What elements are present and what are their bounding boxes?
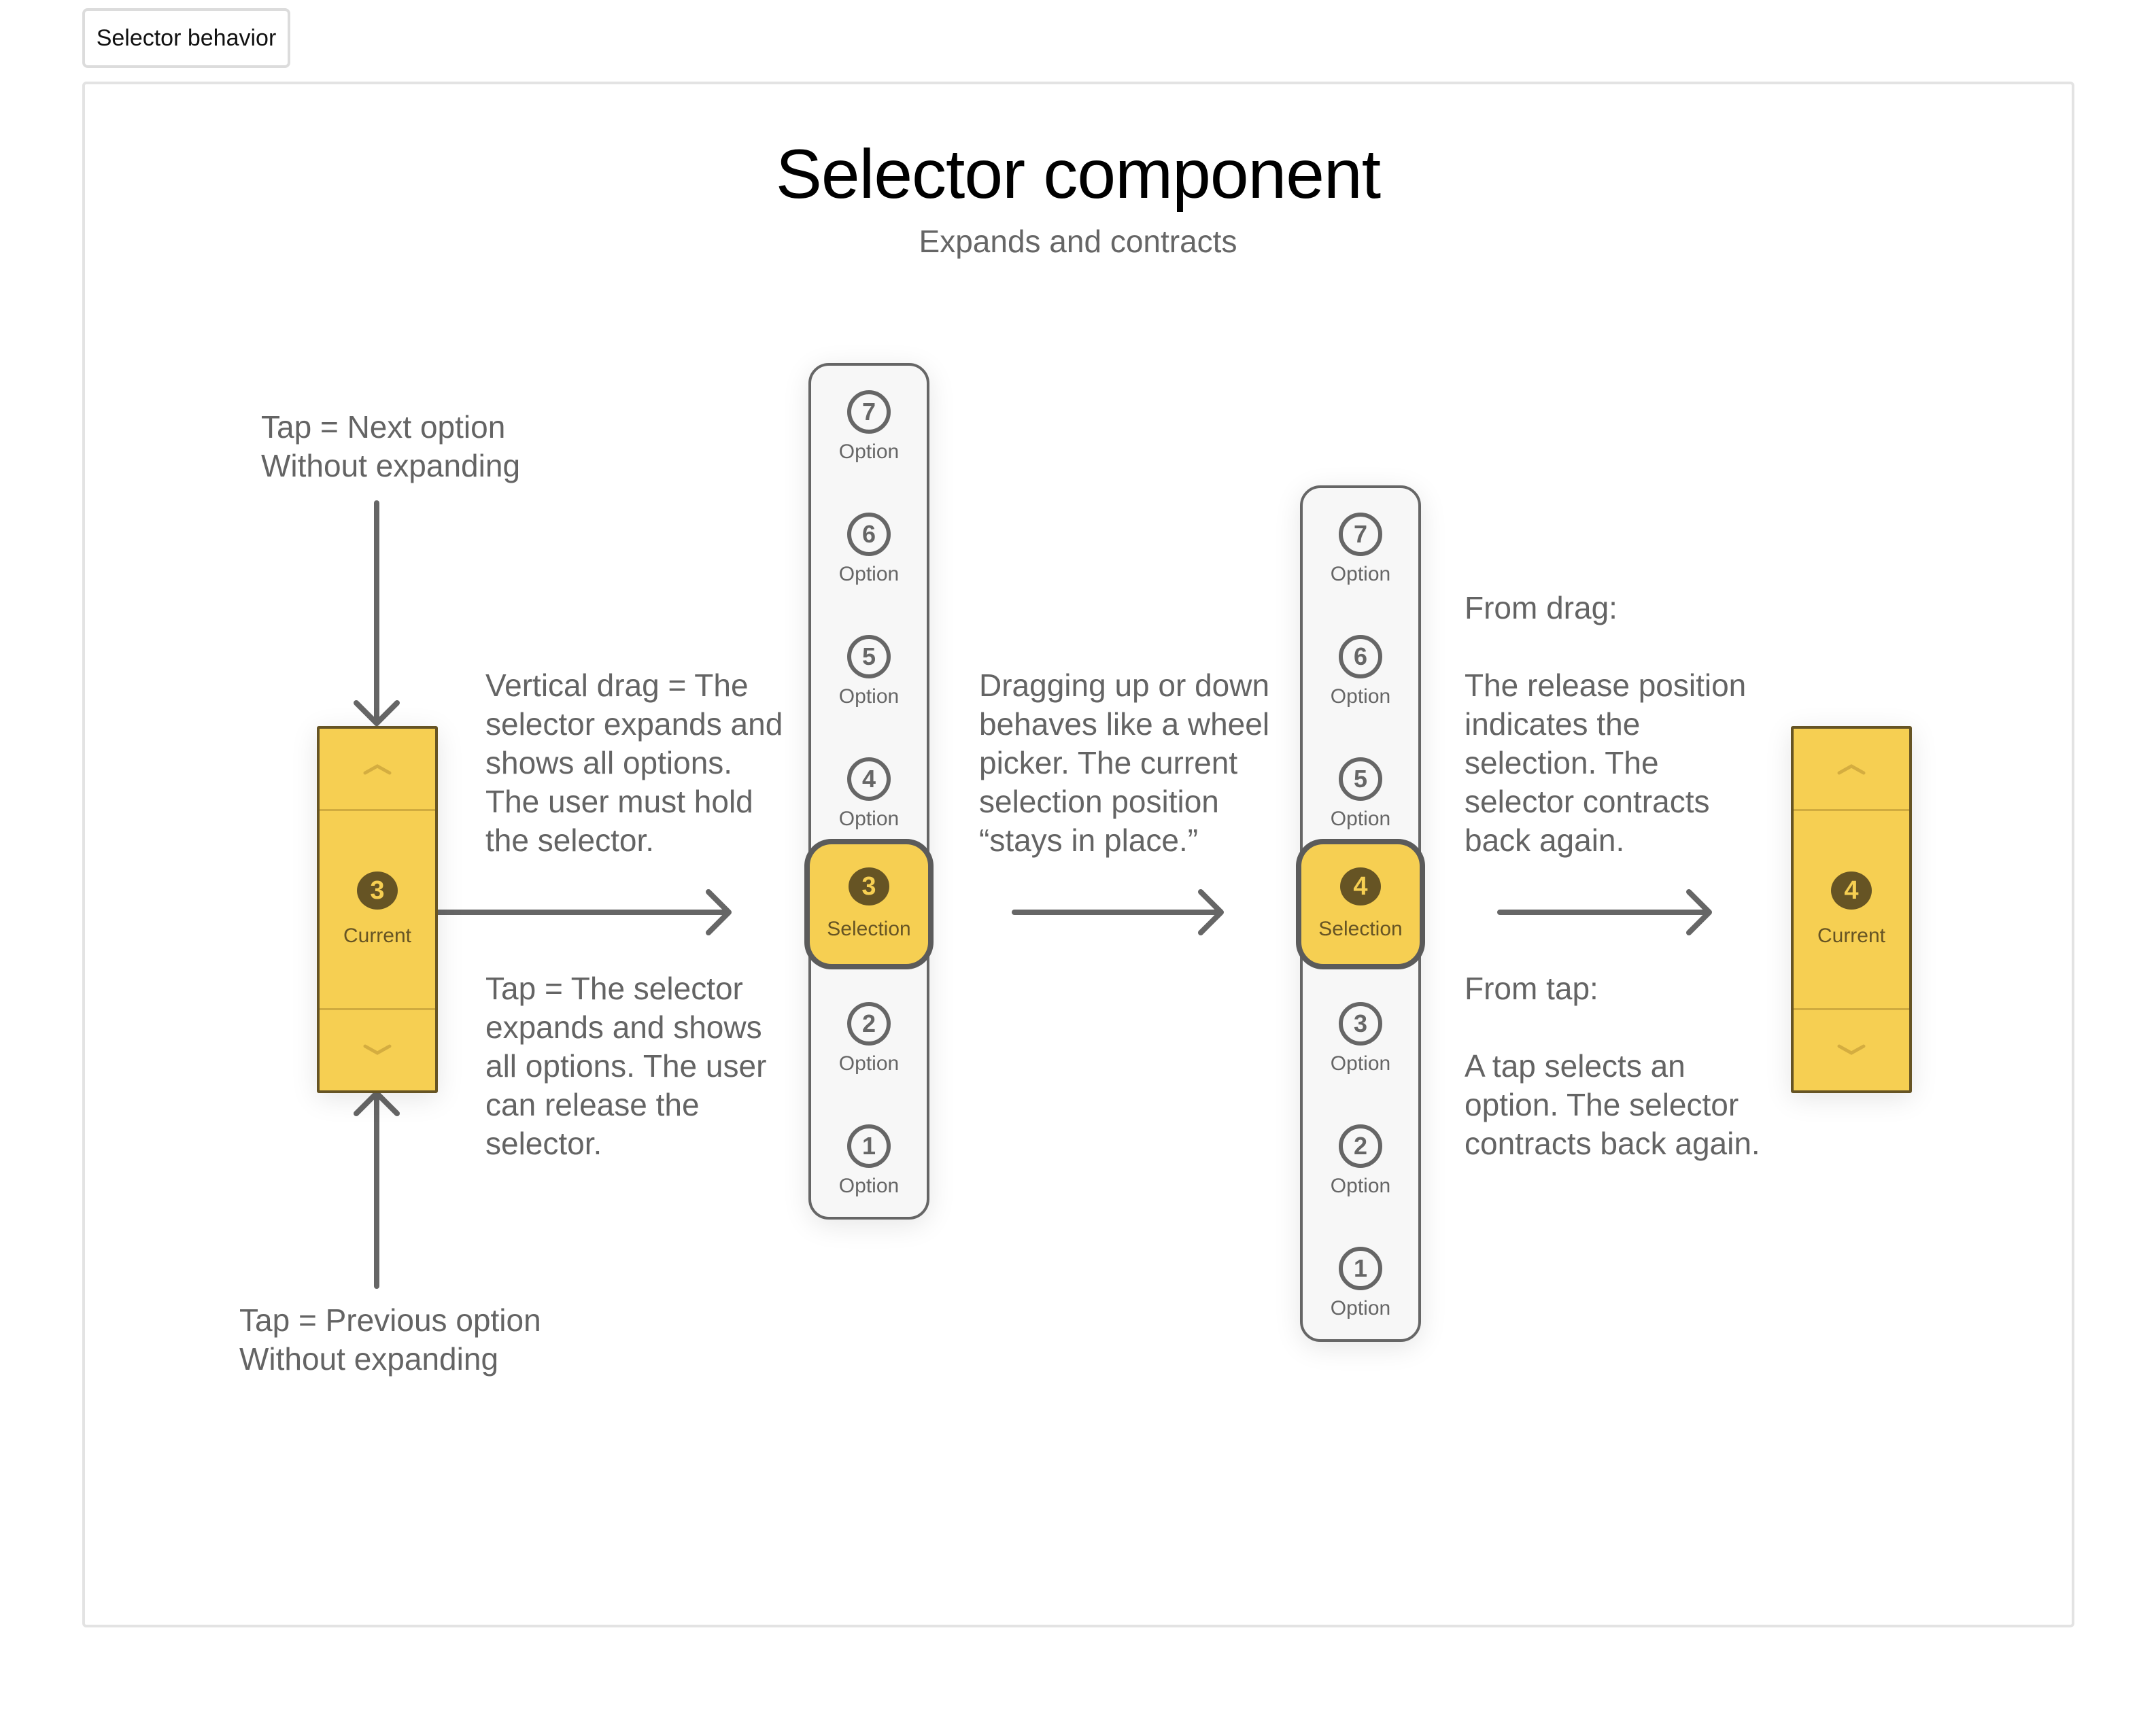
picker-option[interactable]: 2 Option xyxy=(1303,1100,1418,1222)
option-number-badge: 6 xyxy=(847,513,891,556)
chevron-down-icon xyxy=(363,1044,392,1055)
selector-compact-after[interactable]: 4 Current xyxy=(1791,726,1912,1093)
selector-next-button[interactable] xyxy=(1794,729,1909,811)
arrow-up-to-selector xyxy=(354,1090,400,1289)
selector-expanded-picker-2[interactable]: 7 Option 6 Option 5 Option 4 Selection 3 Option 2 O… xyxy=(1296,485,1425,1345)
option-number-badge: 2 xyxy=(847,1002,891,1046)
picker-selected-option[interactable]: 4 Selection xyxy=(1296,839,1425,969)
picker-option[interactable]: 7 Option xyxy=(811,366,927,488)
note-wheel-picker: Dragging up or down behaves like a wheel… xyxy=(979,668,1270,858)
chevron-up-icon xyxy=(363,764,392,775)
option-number-badge: 7 xyxy=(1339,513,1382,556)
option-label: Option xyxy=(838,1175,900,1197)
option-label: Selection xyxy=(1318,918,1403,940)
option-number-badge: 3 xyxy=(1339,1002,1382,1046)
option-label: Option xyxy=(1330,1052,1391,1075)
option-label: Option xyxy=(1330,1175,1391,1197)
picker-option[interactable]: 1 Option xyxy=(1303,1222,1418,1345)
option-label: Option xyxy=(838,1052,900,1075)
note-from-tap-heading: From tap: xyxy=(1465,971,1598,1006)
option-label: Option xyxy=(1330,563,1391,585)
note-tap-expand: Tap = The selector expands and shows all… xyxy=(485,971,767,1161)
option-number-badge: 4 xyxy=(847,757,891,801)
option-label: Selection xyxy=(827,918,911,940)
picker-option[interactable]: 5 Option xyxy=(1303,733,1418,855)
option-number-badge: 2 xyxy=(1339,1124,1382,1168)
current-label: Current xyxy=(343,925,412,947)
option-number-badge: 7 xyxy=(847,390,891,434)
chevron-up-icon xyxy=(1837,764,1866,775)
selector-current[interactable]: 4 Current xyxy=(1794,811,1909,1008)
option-label: Option xyxy=(1330,1297,1391,1319)
option-number-badge: 4 xyxy=(1340,867,1381,905)
current-value-badge: 4 xyxy=(1831,871,1872,910)
picker-option[interactable]: 6 Option xyxy=(811,488,927,610)
note-tap-next: Tap = Next option Without expanding xyxy=(261,409,521,483)
arrow-picker-to-picker xyxy=(1012,889,1224,935)
option-label: Option xyxy=(1330,808,1391,830)
selector-compact-before[interactable]: 3 Current xyxy=(317,726,438,1093)
picker-option[interactable]: 2 Option xyxy=(811,978,927,1100)
picker-option[interactable]: 7 Option xyxy=(1303,488,1418,610)
selector-next-button[interactable] xyxy=(320,729,435,811)
current-value-badge: 3 xyxy=(357,871,398,910)
chevron-down-icon xyxy=(1837,1044,1866,1055)
arrow-picker-to-selector xyxy=(1497,889,1712,935)
option-label: Option xyxy=(838,563,900,585)
option-label: Option xyxy=(1330,685,1391,708)
picker-option[interactable]: 6 Option xyxy=(1303,610,1418,733)
option-number-badge: 1 xyxy=(1339,1247,1382,1290)
picker-option[interactable]: 4 Option xyxy=(811,733,927,855)
current-label: Current xyxy=(1817,925,1886,947)
selector-current[interactable]: 3 Current xyxy=(320,811,435,1008)
note-tap-previous: Tap = Previous option Without expanding xyxy=(239,1302,541,1377)
option-number-badge: 3 xyxy=(849,867,889,905)
arrow-selector-to-picker xyxy=(435,889,732,935)
option-label: Option xyxy=(838,808,900,830)
picker-selected-option[interactable]: 3 Selection xyxy=(804,839,934,969)
option-label: Option xyxy=(838,441,900,463)
note-from-drag-body: The release position indicates the selec… xyxy=(1465,668,1747,858)
note-vertical-drag: Vertical drag = The selector expands and… xyxy=(485,668,783,858)
picker-option[interactable]: 1 Option xyxy=(811,1100,927,1222)
option-number-badge: 5 xyxy=(847,635,891,678)
selector-previous-button[interactable] xyxy=(1794,1008,1909,1090)
picker-option[interactable]: 5 Option xyxy=(811,610,927,733)
selector-expanded-picker-1[interactable]: 7 Option 6 Option 5 Option 4 Option 3 Selection 2 O… xyxy=(804,363,934,1222)
selector-previous-button[interactable] xyxy=(320,1008,435,1090)
option-number-badge: 5 xyxy=(1339,757,1382,801)
option-number-badge: 6 xyxy=(1339,635,1382,678)
arrow-down-to-selector xyxy=(354,500,400,726)
note-from-tap-body: A tap selects an option. The selector co… xyxy=(1465,1048,1760,1161)
option-label: Option xyxy=(838,685,900,708)
option-number-badge: 1 xyxy=(847,1124,891,1168)
picker-option[interactable]: 3 Option xyxy=(1303,978,1418,1100)
note-from-drag-heading: From drag: xyxy=(1465,590,1618,625)
